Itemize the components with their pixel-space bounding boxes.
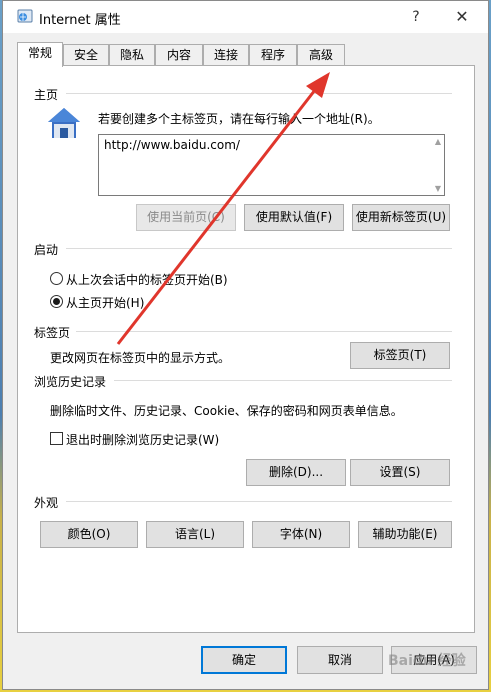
tab-connections[interactable]: 连接 — [203, 44, 249, 66]
languages-button[interactable]: 语言(L) — [146, 521, 244, 548]
delete-on-exit-label[interactable]: 退出时删除浏览历史记录(W) — [66, 431, 219, 448]
home-icon — [48, 108, 80, 138]
internet-options-icon — [17, 9, 33, 23]
delete-history-button[interactable]: 删除(D)... — [246, 459, 346, 486]
delete-on-exit-checkbox[interactable] — [50, 432, 63, 445]
baidu-watermark: Baidu 经验 — [388, 653, 466, 669]
appearance-group-label: 外观 — [34, 496, 59, 510]
startup-group-divider — [66, 248, 452, 249]
radio-last-session[interactable] — [50, 272, 63, 285]
radio-last-session-label[interactable]: 从上次会话中的标签页开始(B) — [66, 271, 228, 288]
history-settings-button[interactable]: 设置(S) — [350, 459, 450, 486]
use-current-button[interactable]: 使用当前页(C) — [136, 204, 236, 231]
tab-programs[interactable]: 程序 — [249, 44, 297, 66]
help-button[interactable]: ? — [401, 5, 431, 29]
internet-properties-dialog: Internet 属性 ? ✕ 常规 安全 隐私 内容 连接 程序 高级 主页 … — [2, 0, 489, 690]
startup-group-label: 启动 — [34, 243, 59, 257]
use-new-tab-button[interactable]: 使用新标签页(U) — [352, 204, 450, 231]
colors-button[interactable]: 颜色(O) — [40, 521, 138, 548]
window-title: Internet 属性 — [39, 13, 121, 28]
cancel-button[interactable]: 取消 — [297, 646, 383, 674]
scroll-down-icon[interactable]: ▼ — [435, 184, 441, 193]
tab-security[interactable]: 安全 — [63, 44, 109, 66]
scroll-up-icon[interactable]: ▲ — [435, 137, 441, 146]
appearance-group-divider — [66, 501, 452, 502]
tabs-group-label: 标签页 — [34, 326, 71, 340]
tabs-description: 更改网页在标签页中的显示方式。 — [50, 351, 231, 365]
tab-content[interactable]: 内容 — [155, 44, 203, 66]
close-button[interactable]: ✕ — [447, 5, 477, 29]
home-url-textarea[interactable]: http://www.baidu.com/ ▲ ▼ — [98, 134, 445, 196]
radio-home-page[interactable] — [50, 295, 63, 308]
home-url-value: http://www.baidu.com/ — [104, 138, 240, 152]
ok-button[interactable]: 确定 — [201, 646, 287, 674]
general-tab-panel: 主页 若要创建多个主标签页，请在每行输入一个地址(R)。 http://www.… — [17, 65, 475, 633]
tabs-settings-button[interactable]: 标签页(T) — [350, 342, 450, 369]
home-group-divider — [66, 93, 452, 94]
tab-general[interactable]: 常规 — [17, 42, 63, 67]
accessibility-button[interactable]: 辅助功能(E) — [358, 521, 452, 548]
fonts-button[interactable]: 字体(N) — [252, 521, 350, 548]
history-group-label: 浏览历史记录 — [34, 375, 107, 389]
tab-privacy[interactable]: 隐私 — [109, 44, 155, 66]
title-bar: Internet 属性 ? ✕ — [3, 1, 488, 33]
tab-advanced[interactable]: 高级 — [297, 44, 345, 66]
home-instruction: 若要创建多个主标签页，请在每行输入一个地址(R)。 — [98, 112, 380, 126]
history-description: 删除临时文件、历史记录、Cookie、保存的密码和网页表单信息。 — [50, 404, 403, 418]
use-default-button[interactable]: 使用默认值(F) — [244, 204, 344, 231]
radio-home-page-label[interactable]: 从主页开始(H) — [66, 294, 144, 311]
tabs-group-divider — [76, 331, 452, 332]
history-group-divider — [114, 380, 452, 381]
home-group-label: 主页 — [34, 88, 59, 102]
